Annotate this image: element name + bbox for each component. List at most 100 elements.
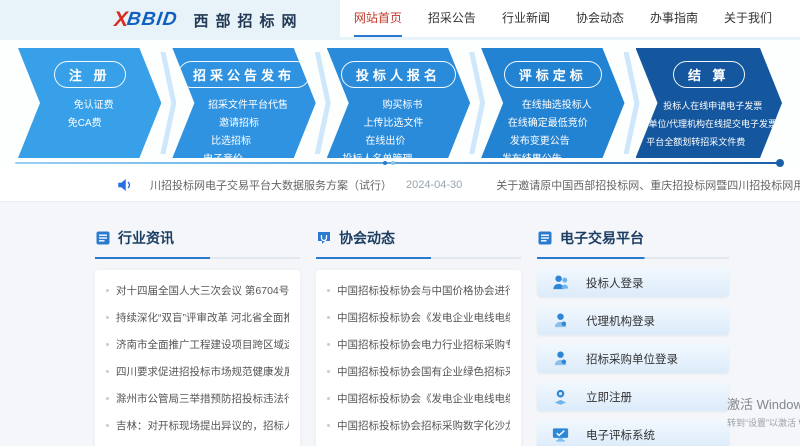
register-icon [554,389,567,405]
step-item: 在线出价 [365,136,406,147]
news-list-item[interactable]: 深化研究中国招标投标协会与地方招标投标协... [327,439,510,446]
step-item: 投标人在线申请电子发票 [663,101,763,111]
news-list-item[interactable]: 滁州市公管局三举措预防招投标违法行为 [106,385,289,412]
main-nav: 网站首页 招采公告 行业新闻 协会动态 办事指南 关于我们 [339,0,800,37]
windows-activation-line2: 转到“设置”以激活 W [727,418,800,428]
process-banner: 注 册 免认证费 免CA费 招采公告发布 招采文件平台代售 邀请招标 比选招标 … [0,40,800,168]
windows-activation-line1: 激活 Windows [727,397,800,412]
windows-activation-watermark: 激活 Windows 转到“设置”以激活 W [727,394,800,429]
purchaser-login-label: 招标采购单位登录 [586,353,678,366]
step-separator-chevron [160,52,177,154]
news-list-item[interactable]: 中国招标投标协会与中国价格协会进行专题交流 [327,277,510,304]
agency-login-button[interactable]: 代理机构登录 [537,306,729,335]
news-list-item[interactable]: 四川要求促进招投标市场规范健康发展 [106,358,289,385]
purchaser-person-icon [554,351,567,366]
speaker-icon [118,178,131,191]
ticker-date: 2024-04-30 [406,178,463,191]
step-item: 邀请招标 [219,118,260,129]
industry-news-title: 行业资讯 [118,230,174,246]
trading-platform-title: 电子交易平台 [560,230,644,246]
news-list-item[interactable]: 吉林：对开标现场提出异议的，招标人应当当... [106,439,289,446]
step-settlement-title: 结 算 [673,61,745,88]
step-item: 发布结果公告 [501,154,562,165]
step-item: 电子竞价 [203,154,244,165]
step-bid-signup: 投标人报名 购买标书 上传比选文件 在线出价 投标人名单管理 [327,48,470,158]
nav-announcements[interactable]: 招采公告 [428,0,476,37]
step-item: 平台全额划转招采文件费 [646,137,746,147]
association-news-card: 中国招标投标协会与中国价格协会进行专题交流 中国招标投标协会《发电企业电线电缆采… [316,270,521,446]
nav-about[interactable]: 关于我们 [724,0,772,37]
industry-news-header: 行业资讯 [95,228,300,248]
industry-news-icon [96,231,110,245]
step-separator-chevron [469,52,486,154]
nav-association[interactable]: 协会动态 [576,0,624,37]
step-register: 注 册 免认证费 免CA费 [18,48,161,158]
e-evaluation-system-button[interactable]: 电子评标系统 [537,420,729,446]
step-item: 免认证费 [73,100,114,111]
news-list-item[interactable]: 吉林：对开标现场提出异议的，招标人应当当... [106,412,289,439]
purchaser-login-button[interactable]: 招标采购单位登录 [537,344,729,373]
carousel-end-dot [776,159,784,167]
site-header: X BBID 西部招标网 网站首页 招采公告 行业新闻 协会动态 办事指南 关于… [0,0,800,40]
step-settlement: 结 算 投标人在线申请电子发票 招采单位/代理机构在线提交电子发票 平台全额划转… [636,48,783,158]
e-evaluation-system-label: 电子评标系统 [586,429,655,442]
step-evaluation-title: 评标定标 [504,61,602,88]
association-news-icon [318,232,330,244]
ticker-link[interactable]: 关于邀请原中国西部招投标网、重庆招投标网暨四川招投标网用户重新注册账户的通知 [496,177,800,193]
bidder-login-button[interactable]: 投标人登录 [537,268,729,297]
association-news-column: 协会动态 中国招标投标协会与中国价格协会进行专题交流 中国招标投标协会《发电企业… [316,228,521,446]
step-register-title: 注 册 [54,61,126,88]
register-now-button[interactable]: 立即注册 [537,382,729,411]
industry-news-card: 对十四届全国人大三次会议 第6704号建议的... 持续深化“双盲”评审改革 河… [95,270,300,446]
carousel-indicator-dots[interactable] [383,161,396,165]
association-news-header: 协会动态 [316,228,521,248]
step-item: 上传比选文件 [363,118,424,129]
news-list-item[interactable]: 对十四届全国人大三次会议 第6704号建议的... [106,277,289,304]
step-item: 招采单位/代理机构在线提交电子发票 [630,119,778,129]
news-list-item[interactable]: 济南市全面推广工程建设项目跨区域远程异地... [106,331,289,358]
industry-news-column: 行业资讯 对十四届全国人大三次会议 第6704号建议的... 持续深化“双盲”评… [95,228,300,446]
news-list-item[interactable]: 持续深化“双盲”评审改革 河北省全面推行远... [106,304,289,331]
site-name: 西部招标网 [193,12,304,30]
step-separator-chevron [623,52,640,154]
process-steps: 注 册 免认证费 免CA费 招采公告发布 招采文件平台代售 邀请招标 比选招标 … [18,48,782,158]
logo-bid-text: BBID [125,9,180,30]
nav-guide[interactable]: 办事指南 [650,0,698,37]
ticker-item: 川招投标网电子交易平台大数据服务方案（试行） 2024-04-30 [150,177,496,193]
step-item: 在线确定最低竞价 [507,118,588,129]
header-underline [316,257,521,259]
main-content: 行业资讯 对十四届全国人大三次会议 第6704号建议的... 持续深化“双盲”评… [0,202,800,446]
step-announcement-title: 招采公告发布 [178,61,310,88]
trading-platform-column: 电子交易平台 投标人登录 代理机构登录 招标采购单位登录 立即注册 电子评标系统 [537,228,729,446]
news-ticker: 川招投标网电子交易平台大数据服务方案（试行） 2024-04-30 关于邀请原中… [0,168,800,202]
header-underline [537,257,729,259]
news-list-item[interactable]: 中国招标投标协会招标采购数字化沙龙暨启动... [327,412,510,439]
step-evaluation: 评标定标 在线抽选投标人 在线确定最低竞价 发布变更公告 发布结果公告 [481,48,624,158]
ticker-item: 关于邀请原中国西部招投标网、重庆招投标网暨四川招投标网用户重新注册账户的通知 2… [496,177,800,193]
step-item: 发布变更公告 [509,136,570,147]
news-list-item[interactable]: 中国招标投标协会《发电企业电线电缆采购技... [327,304,510,331]
carousel-progress-line [15,159,784,167]
site-logo[interactable]: X BBID 西部招标网 [114,8,303,32]
register-now-label: 立即注册 [586,391,632,404]
bidder-person-icon [553,275,569,290]
trading-platform-icon [538,231,552,245]
monitor-icon [552,428,569,442]
step-announcement: 招采公告发布 招采文件平台代售 邀请招标 比选招标 电子竞价 [172,48,315,158]
header-underline [95,257,300,259]
news-list-item[interactable]: 中国招标投标协会电力行业招标采购专业委员... [327,331,510,358]
step-separator-chevron [314,52,331,154]
nav-industry-news[interactable]: 行业新闻 [502,0,550,37]
nav-home[interactable]: 网站首页 [353,0,402,37]
news-list-item[interactable]: 中国招标投标协会《发电企业电线电缆采购技... [327,385,510,412]
ticker-link[interactable]: 川招投标网电子交易平台大数据服务方案（试行） [150,177,392,193]
agency-person-icon [554,313,567,328]
bidder-login-label: 投标人登录 [586,277,644,290]
step-item: 免CA费 [67,118,102,129]
step-item: 购买标书 [382,100,423,111]
step-bid-signup-title: 投标人报名 [341,61,456,88]
step-item: 投标人名单管理 [342,154,413,165]
news-list-item[interactable]: 中国招标投标协会国有企业绿色招标采购专业... [327,358,510,385]
step-item: 招采文件平台代售 [208,100,289,111]
agency-login-label: 代理机构登录 [586,315,655,328]
